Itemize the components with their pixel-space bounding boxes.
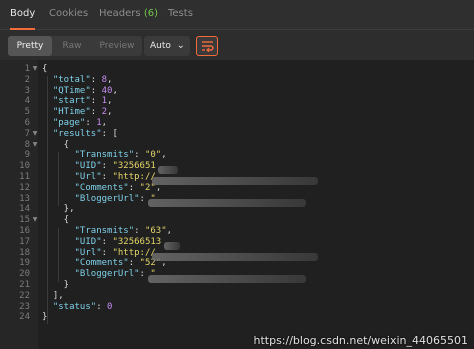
code-line: "BloggerUrl": " [74,269,156,280]
fold-toggle-icon[interactable]: ▼ [32,129,38,140]
preview-button[interactable]: Preview [92,36,142,56]
redacted-url [152,177,318,185]
chevron-down-icon: ⌄ [176,40,185,51]
tab-body-label: Body [10,8,36,19]
pretty-button[interactable]: Pretty [8,36,52,56]
response-tabs: Body Cookies Headers (6) Tests [0,0,474,30]
wrap-lines-button[interactable] [196,36,218,56]
line-number: 20 [19,269,30,280]
line-number: 12 [19,182,30,193]
format-select-value: Auto [150,41,171,51]
line-number: 1 [24,64,30,74]
redacted-uid [158,166,178,174]
headers-count-badge: (6) [143,8,158,19]
watermark: https://blog.csdn.net/weixin_44065501 [253,334,468,347]
redacted-uid [164,242,180,250]
code-line: "Transmits": "0", [74,150,167,161]
line-number: 4 [24,96,30,107]
line-number: 6 [24,118,30,128]
code-line: ], [42,290,64,301]
code-line: "results": [ [52,128,118,139]
format-select[interactable]: Auto ⌄ [144,36,190,56]
line-number: 14 [19,204,30,215]
tab-tests[interactable]: Tests [168,0,193,30]
line-number: 16 [19,226,30,236]
code-line: { [42,64,48,74]
line-number: 22 [19,290,30,301]
line-number: 24 [19,312,30,323]
line-number-gutter: 1 ▼ 2 3 4 5 6 7 ▼ 8 ▼ 9 10 11 12 13 14 15 ▼ 16 17 18 19 20 21 22 2… [0,60,38,349]
line-number: 15 [19,215,30,226]
line-number: 21 [19,280,30,290]
fold-toggle-icon[interactable]: ▼ [32,140,38,151]
line-number: 9 [24,150,30,161]
response-body-editor[interactable]: 1 ▼ 2 3 4 5 6 7 ▼ 8 ▼ 9 10 11 12 13 14 15 ▼ 16 17 18 19 20 21 22 2… [0,60,474,349]
raw-button[interactable]: Raw [52,36,92,56]
tab-headers-label: Headers [99,8,141,19]
code-line: "Comments": "2", [74,182,162,193]
line-number: 10 [19,161,30,172]
line-number: 19 [19,258,30,269]
code-line: "Url": "http:// [74,247,156,258]
redacted-url [152,253,318,261]
tab-body[interactable]: Body [10,0,36,30]
redacted-blogger-url [148,275,306,283]
code-line: "UID": "3256651 [74,161,156,172]
code-line: "HTime": 2, [52,107,113,118]
line-number: 3 [24,85,30,96]
line-number: 7 [24,128,30,139]
line-number: 13 [19,193,30,204]
indent-guide [58,228,59,282]
code-line: "BloggerUrl": " [74,193,156,204]
redacted-blogger-url [148,199,306,207]
view-mode-segment: Pretty Raw Preview [8,36,142,56]
code-line: "Transmits": "63", [74,226,173,236]
indent-guide [47,76,48,324]
code-line: "Comments": "52", [74,258,167,269]
fold-toggle-icon[interactable]: ▼ [32,215,38,226]
line-number: 5 [24,107,30,118]
line-number: 2 [24,74,30,85]
wrap-lines-icon [202,41,214,52]
code-line: "status": 0 [52,301,113,312]
line-number: 17 [19,236,30,247]
line-number: 8 [24,139,30,150]
code-line: "QTime": 40, [52,85,118,96]
tab-tests-label: Tests [168,8,193,19]
response-toolbar: Pretty Raw Preview Auto ⌄ [0,30,474,60]
code-line: "start": 1, [52,96,113,107]
code-line: "UID": "32566513 [74,236,162,247]
code-line: "page": 1, [52,118,108,128]
line-number: 23 [19,301,30,312]
tab-headers[interactable]: Headers (6) [99,0,158,30]
code-line: "Url": "http:// [74,172,156,182]
fold-toggle-icon[interactable]: ▼ [32,64,38,75]
line-number: 18 [19,247,30,258]
tab-cookies-label: Cookies [49,8,89,19]
indent-guide [58,152,59,206]
line-number: 11 [19,172,30,182]
tab-cookies[interactable]: Cookies [49,0,88,30]
code-line: "total": 8, [52,74,113,85]
